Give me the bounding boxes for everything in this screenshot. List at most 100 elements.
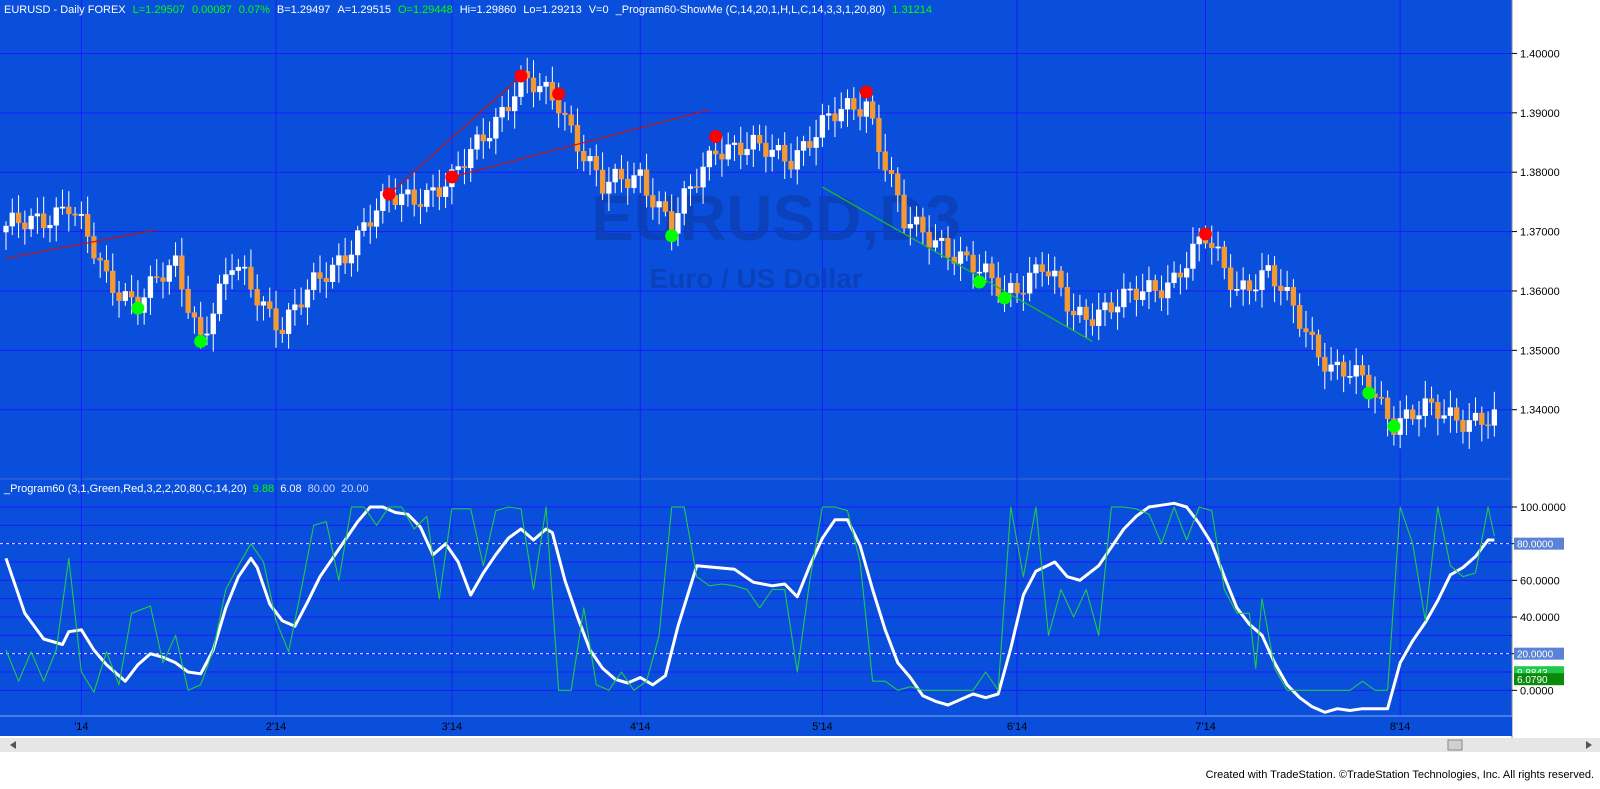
candle-body xyxy=(1290,287,1297,306)
candle-body xyxy=(336,255,342,266)
header-field: V=0 xyxy=(589,4,609,16)
candle-body xyxy=(1460,420,1466,432)
swing-high-dot xyxy=(1198,227,1212,241)
candle-body xyxy=(593,156,599,171)
osc-header-field: 6.08 xyxy=(280,483,301,495)
candle-body xyxy=(1158,290,1165,299)
candle-body xyxy=(631,175,637,189)
horizontal-scrollbar[interactable] xyxy=(0,738,1600,752)
candle-body xyxy=(468,149,474,169)
candle-body xyxy=(1108,302,1114,313)
time-tick-label: 8'14 xyxy=(1390,721,1410,733)
chart-canvas[interactable]: 1.34000 1.35000 1.36000 1.37000 1.38000 1.390… xyxy=(0,0,1600,784)
candle-body xyxy=(1190,243,1196,269)
candle-body xyxy=(1171,272,1177,284)
candle-body xyxy=(480,134,486,142)
candle-body xyxy=(154,276,160,279)
candle-body xyxy=(1133,288,1140,301)
candle-body xyxy=(1014,282,1020,294)
candle-body xyxy=(719,153,725,160)
candle-body xyxy=(348,254,355,264)
candle-body xyxy=(204,333,210,336)
candle-body xyxy=(505,106,512,112)
candle-body xyxy=(1140,291,1146,301)
candle-body xyxy=(248,266,254,290)
candle-body xyxy=(568,114,574,126)
candle-body xyxy=(1447,407,1454,416)
swing-high-dot xyxy=(552,87,566,101)
osc-tick-label: 100.0000 xyxy=(1520,502,1566,514)
candle-body xyxy=(555,99,562,114)
candle-body xyxy=(1403,409,1410,419)
candle-body xyxy=(185,288,191,313)
price-tick-label: 1.40000 xyxy=(1520,48,1560,60)
candle-body xyxy=(1045,271,1052,277)
candle-body xyxy=(311,272,317,291)
candle-body xyxy=(285,309,292,334)
candle-body xyxy=(417,204,424,207)
candle-body xyxy=(103,260,110,272)
candle-body xyxy=(499,106,505,118)
candle-body xyxy=(756,134,763,144)
swing-high-dot xyxy=(709,130,723,144)
time-axis-band xyxy=(0,716,1512,736)
osc-header-field: 80.00 xyxy=(308,483,336,495)
candle-body xyxy=(160,277,166,282)
osc-header-field: 20.00 xyxy=(341,483,369,495)
candle-body xyxy=(895,173,901,196)
candle-body xyxy=(970,254,976,273)
candle-body xyxy=(1359,365,1366,376)
candle-body xyxy=(66,206,72,215)
candle-body xyxy=(28,215,34,230)
header-field: EURUSD - Daily FOREX xyxy=(4,4,126,16)
swing-low-dot xyxy=(131,301,145,315)
candle-body xyxy=(128,291,135,298)
candle-body xyxy=(455,166,461,170)
scroll-thumb[interactable] xyxy=(1447,739,1463,751)
swing-low-dot xyxy=(1362,386,1376,400)
candle-body xyxy=(700,166,706,188)
candle-body xyxy=(1347,376,1353,378)
candle-body xyxy=(317,272,323,279)
candle-body xyxy=(1340,361,1347,377)
candle-body xyxy=(1096,309,1102,326)
candle-body xyxy=(1435,402,1441,419)
candle-body xyxy=(398,193,405,206)
candle-body xyxy=(411,189,417,205)
candle-body xyxy=(587,156,593,162)
price-tick-label: 1.35000 xyxy=(1520,345,1560,357)
header-field: L=1.29507 xyxy=(133,4,185,16)
candle-body xyxy=(1089,319,1096,326)
candle-body xyxy=(179,255,185,290)
candle-body xyxy=(241,266,248,269)
candle-body xyxy=(851,98,857,110)
candle-body xyxy=(826,113,832,116)
candle-body xyxy=(1183,268,1190,278)
candle-body xyxy=(1334,361,1341,366)
candle-body xyxy=(681,188,687,214)
scrollbar-track[interactable] xyxy=(0,738,1600,752)
candle-body xyxy=(857,109,863,117)
candle-body xyxy=(926,231,932,248)
header-field: B=1.29497 xyxy=(277,4,331,16)
swing-low-dot xyxy=(998,291,1012,305)
candle-body xyxy=(191,312,198,318)
candle-body xyxy=(279,329,285,334)
swing-high-dot xyxy=(445,170,459,184)
candle-body xyxy=(1253,289,1259,292)
candle-body xyxy=(424,189,430,207)
swing-low-dot xyxy=(1387,419,1401,433)
candle-body xyxy=(172,255,179,266)
swing-low-dot xyxy=(665,229,679,243)
candle-body xyxy=(1240,280,1246,290)
candle-body xyxy=(298,304,304,308)
candle-body xyxy=(1058,270,1064,288)
header-field: A=1.29515 xyxy=(337,4,391,16)
candle-body xyxy=(405,189,411,195)
candle-body xyxy=(976,271,983,274)
candle-body xyxy=(436,187,442,197)
candle-body xyxy=(1020,292,1027,295)
chart-window[interactable]: 1.34000 1.35000 1.36000 1.37000 1.38000 1.390… xyxy=(0,0,1600,784)
candle-body xyxy=(537,86,543,93)
candle-body xyxy=(223,274,229,285)
